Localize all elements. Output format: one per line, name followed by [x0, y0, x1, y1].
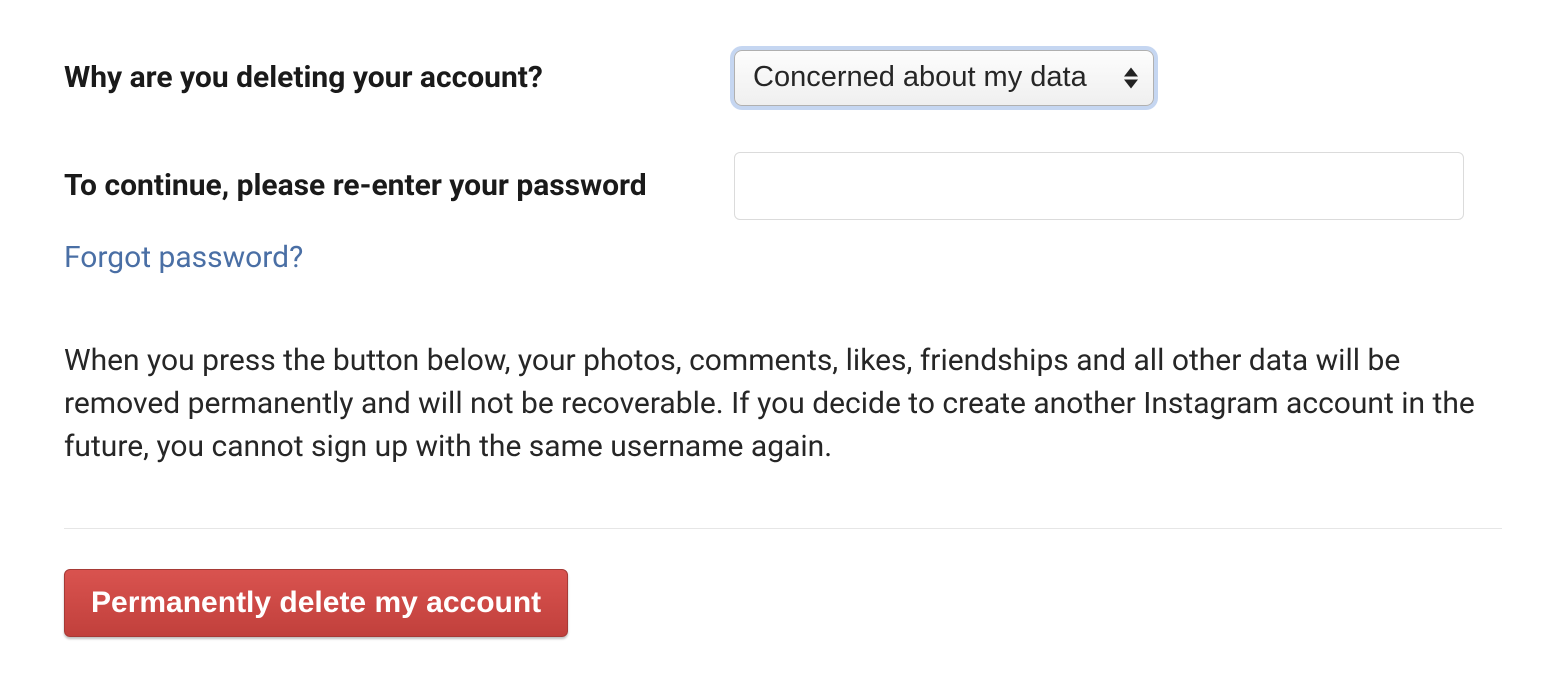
reason-label: Why are you deleting your account?: [64, 58, 734, 97]
reason-select-wrap: Concerned about my data: [734, 50, 1154, 106]
password-row: To continue, please re-enter your passwo…: [64, 152, 1502, 220]
password-label: To continue, please re-enter your passwo…: [64, 166, 734, 205]
divider: [64, 528, 1502, 529]
reason-select[interactable]: Concerned about my data: [734, 50, 1154, 106]
forgot-password-link[interactable]: Forgot password?: [64, 240, 303, 275]
password-input[interactable]: [734, 152, 1464, 220]
reason-row: Why are you deleting your account? Conce…: [64, 50, 1502, 106]
delete-warning-text: When you press the button below, your ph…: [64, 339, 1494, 469]
permanently-delete-button[interactable]: Permanently delete my account: [64, 569, 568, 637]
